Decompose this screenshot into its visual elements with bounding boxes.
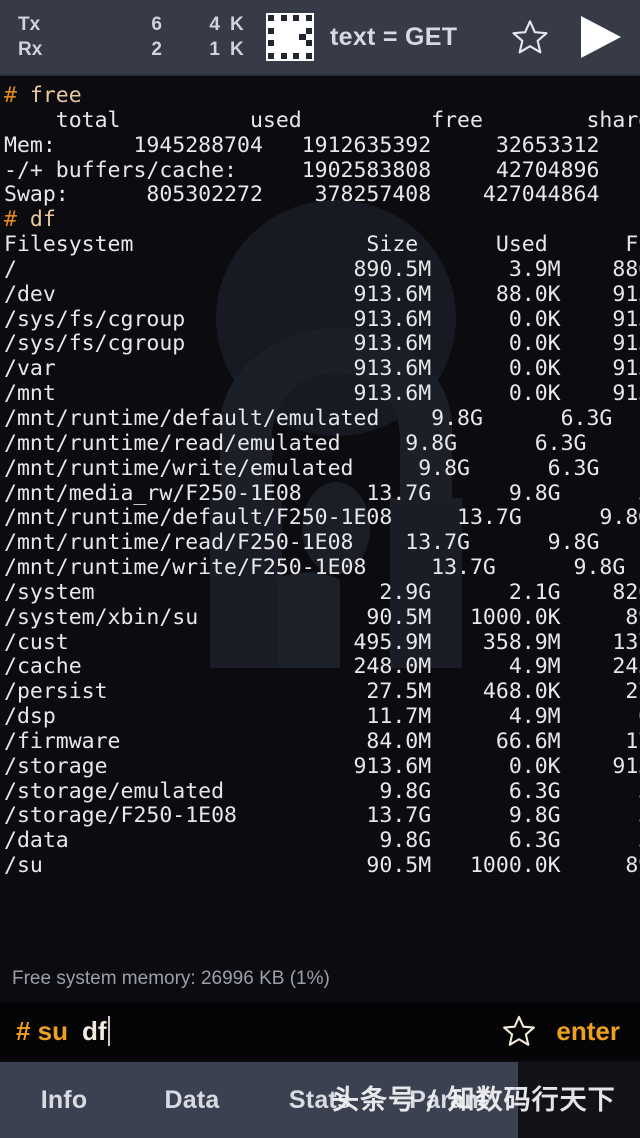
tx-size: 4 xyxy=(209,14,220,35)
traffic-sizes: 4 1 xyxy=(162,12,222,62)
rx-unit: K xyxy=(230,39,244,60)
command-input[interactable]: df xyxy=(82,1015,110,1047)
command-input-bar[interactable]: # su df enter xyxy=(0,1002,640,1060)
tx-count: 6 xyxy=(151,14,162,35)
text-caret xyxy=(107,1015,110,1046)
tab-param[interactable]: Param xyxy=(384,1086,512,1115)
tab-info[interactable]: Info xyxy=(0,1086,128,1115)
mode-label: text = GET xyxy=(330,22,458,51)
traffic-counters: Tx Rx 6 2 4 1 K K xyxy=(0,12,256,62)
terminal-text: # free total used free shared bu Mem: 19… xyxy=(4,83,640,879)
traffic-counts: 6 2 xyxy=(90,12,162,62)
bottom-tab-bar[interactable]: Info Data Stats Param Tools xyxy=(0,1062,640,1138)
top-status-bar: Tx Rx 6 2 4 1 K K text = GET xyxy=(0,0,640,76)
tab-tools[interactable]: Tools xyxy=(512,1086,640,1115)
tab-stats[interactable]: Stats xyxy=(256,1086,384,1115)
traffic-size-units: K K xyxy=(222,12,256,62)
terminal-output-pane[interactable]: # free total used free shared bu Mem: 19… xyxy=(0,78,640,956)
rx-count: 2 xyxy=(151,39,162,60)
command-input-value: df xyxy=(82,1015,107,1046)
enter-button[interactable]: enter xyxy=(556,1016,626,1047)
tx-label: Tx xyxy=(18,14,41,35)
star-outline-icon[interactable] xyxy=(496,1008,542,1054)
rx-size: 1 xyxy=(209,39,220,60)
star-outline-icon[interactable] xyxy=(502,9,558,65)
tx-unit: K xyxy=(230,14,244,35)
play-triangle-icon[interactable] xyxy=(564,7,634,67)
traffic-labels: Tx Rx xyxy=(18,12,90,62)
terminal-app-screen: Tx Rx 6 2 4 1 K K text = GET # free tota… xyxy=(0,0,640,1138)
rx-label: Rx xyxy=(18,39,43,60)
tab-data[interactable]: Data xyxy=(128,1086,256,1115)
matrix-grid-icon[interactable] xyxy=(266,13,314,61)
shell-prompt: # su xyxy=(16,1015,69,1046)
free-memory-status: Free system memory: 26996 KB (1%) xyxy=(0,956,640,1002)
